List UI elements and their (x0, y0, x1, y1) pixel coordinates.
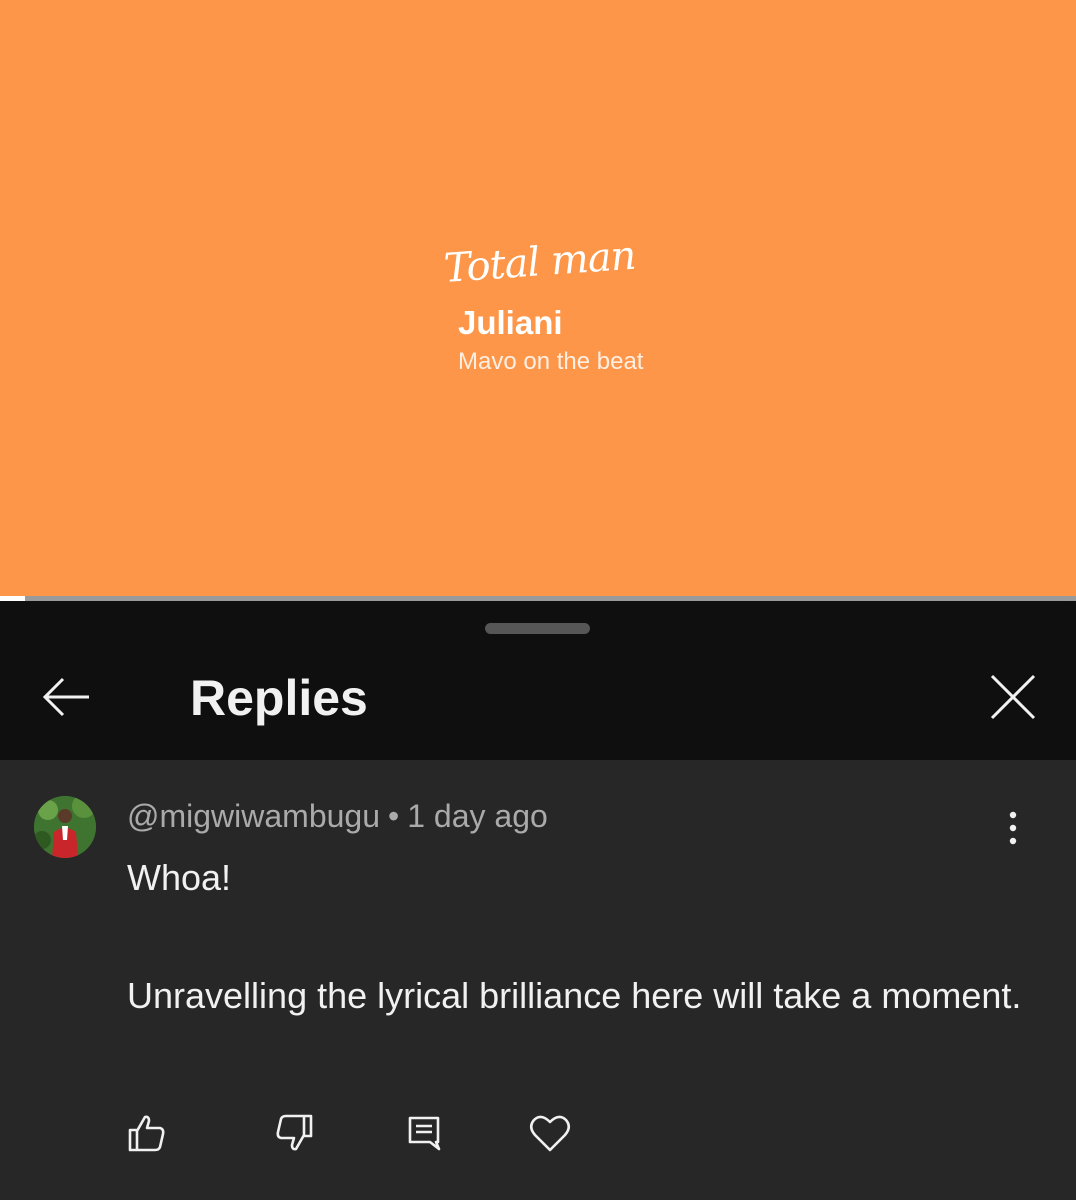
comment-timestamp: 1 day ago (407, 798, 548, 834)
comment-author[interactable]: @migwiwambugu (127, 798, 380, 834)
meta-separator: • (388, 798, 400, 834)
heart-button[interactable] (524, 1107, 576, 1159)
producer-credit: Mavo on the beat (458, 348, 644, 375)
artist-name: Juliani (458, 304, 563, 341)
more-vert-icon (1009, 811, 1017, 845)
comment-actions (0, 1107, 1076, 1159)
comment-icon (408, 1116, 441, 1151)
like-button[interactable] (121, 1107, 173, 1159)
comment-text: Whoa! Unravelling the lyrical brilliance… (127, 857, 1022, 1016)
avatar-image (34, 796, 96, 858)
replies-sheet: Replies @migwiwambugu • 1 day ago Whoa! … (0, 601, 1076, 1200)
thumb-up-icon (128, 1115, 165, 1152)
back-button[interactable] (34, 667, 98, 727)
heart-icon (529, 1115, 571, 1152)
video-player[interactable]: Total man Juliani Mavo on the beat (0, 0, 1076, 598)
thumb-down-icon (276, 1114, 313, 1151)
dislike-button[interactable] (268, 1107, 320, 1159)
drag-handle[interactable] (485, 623, 590, 634)
close-icon (990, 674, 1036, 720)
sheet-title: Replies (190, 670, 368, 726)
reply-button[interactable] (398, 1107, 450, 1159)
close-button[interactable] (980, 667, 1046, 727)
more-options-button[interactable] (992, 804, 1034, 852)
song-title: Total man (442, 232, 637, 292)
comment-thread: @migwiwambugu • 1 day ago Whoa! Unravellin… (0, 760, 1076, 1200)
arrow-left-icon (42, 677, 89, 717)
avatar[interactable] (34, 796, 96, 858)
comment-meta: @migwiwambugu • 1 day ago (127, 796, 548, 836)
